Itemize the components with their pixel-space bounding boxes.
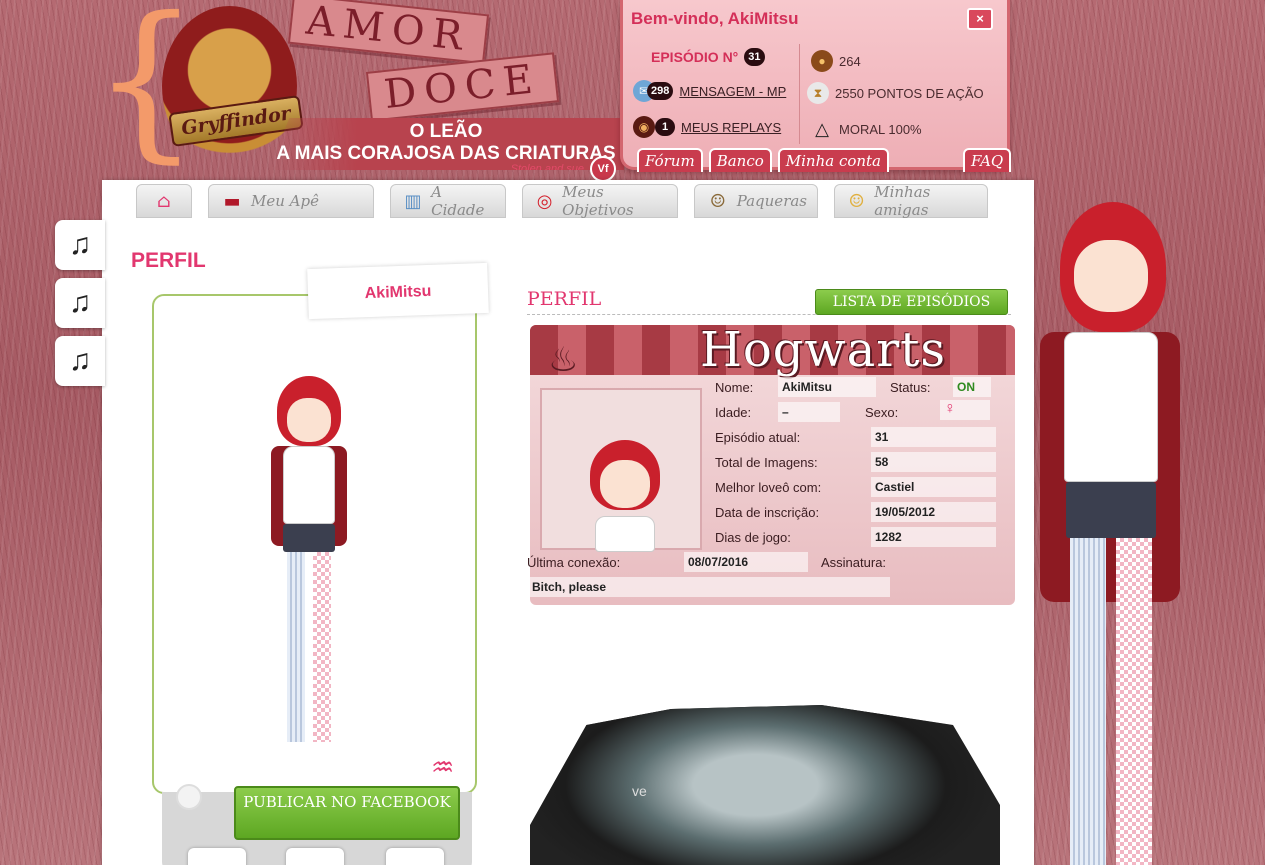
tab-my-account[interactable]: Minha conta [777,148,890,172]
last-login-value: 08/07/2016 [684,552,808,572]
nav-label-friends: Minhas amigas [874,183,931,219]
action-points-value: 2550 PONTOS DE AÇÃO [835,85,984,101]
signature-value: Bitch, please [528,577,890,597]
nav-label-crushes: Paqueras [736,192,807,210]
tab-faq[interactable]: FAQ [963,148,1012,172]
sex-label: Sexo: [865,405,899,420]
messages-row[interactable]: ✉ 298 MENSAGEM - MP [633,80,786,102]
nav-crushes[interactable]: ☺ Paqueras [694,184,818,218]
deathly-hallows-icon: △ [815,118,829,139]
episode-label: EPISÓDIO N° [651,49,739,65]
welcome-title: Bem-vindo, AkiMitsu [631,9,799,28]
replays-row[interactable]: ◉ 1 MEUS REPLAYS [633,116,781,138]
signature-label: Assinatura: [821,555,887,570]
name-value: AkiMitsu [778,377,876,397]
lovometer-value: Castiel [871,477,996,497]
cupcake-icon: ♨ [548,341,579,379]
episode-number: 31 [744,48,765,66]
publish-facebook-button[interactable]: PUBLICAR NO FACEBOOK [234,786,460,840]
boy-avatar-icon: ☺ [709,190,726,212]
episode-value: 31 [871,427,996,447]
days-label: Dias de jogo: [715,530,791,545]
lovometer-label: Melhor loveô com: [715,480,822,495]
sofa-icon: ▬ [223,190,241,212]
avatar-figure [239,376,399,766]
building-icon: ▥ [404,190,422,212]
artwork-text: ve [632,783,647,799]
music-button-3[interactable]: ♫ [55,336,105,386]
home-icon: ⌂ [157,190,171,212]
username-tab: AkiMitsu [307,262,489,320]
last-login-label: Última conexão: [527,555,621,570]
section-title: PERFIL [527,288,602,310]
replays-link[interactable]: MEUS REPLAYS [681,120,781,135]
messages-link[interactable]: MENSAGEM - MP [679,84,786,99]
nav-label-objectives: Meus Objetivos [562,183,634,219]
signup-value: 19/05/2012 [871,502,996,522]
logo-doce[interactable]: DOCE [365,52,559,122]
action-points-row: ⧗ 2550 PONTOS DE AÇÃO [807,82,984,104]
welcome-divider [799,44,800,144]
messages-count: 298 [647,82,674,100]
logo-brace: { [92,0,201,179]
status-label: Status: [890,380,931,395]
days-value: 1282 [871,527,996,547]
girl-avatar-icon: ☺ [848,190,865,212]
nav-label-city: A Cidade [431,183,485,219]
profile-photo [540,388,702,552]
welcome-panel: Bem-vindo, AkiMitsu × EPISÓDIO N° 31 ✉ 2… [620,0,1012,172]
nav-my-apartment[interactable]: ▬ Meu Apê [208,184,374,218]
nav-home[interactable]: ⌂ [136,184,192,218]
replays-count: 1 [655,118,675,136]
nav-label-apartment: Meu Apê [251,192,319,210]
music-button-2[interactable]: ♫ [55,278,105,328]
coins-value: 264 [839,53,861,69]
nav-objectives[interactable]: ◎ Meus Objetivos [522,183,678,219]
female-icon: ♀ [940,400,990,420]
header-tagline: O LEÃO A MAIS CORAJOSA DAS CRIATURAS Sto… [268,118,624,170]
status-value: ON [953,377,991,397]
vf-badge: Vf [590,156,616,182]
name-label: Nome: [715,380,754,395]
morale-row: △ MORAL 100% [811,118,922,140]
main-nav: ⌂ ▬ Meu Apê ▥ A Cidade ◎ Meus Objetivos … [136,183,988,219]
target-icon: ◎ [536,190,553,212]
morale-value: MORAL 100% [839,121,922,137]
tab-forum[interactable]: Fórum [637,148,703,172]
hourglass-icon: ⧗ [807,82,829,104]
age-value: – [778,402,840,422]
episode-label-field: Episódio atual: [715,430,801,445]
images-label: Total de Imagens: [715,455,818,470]
coin-icon: ● [811,50,833,72]
friend-icon[interactable] [386,848,444,865]
film-reel-icon: ◉ [633,116,655,138]
signup-label: Data de inscrição: [715,505,820,520]
episodes-list-button[interactable]: LISTA DE EPISÓDIOS [815,289,1008,315]
nav-friends[interactable]: ☺ Minhas amigas [834,183,988,219]
check-icon[interactable] [286,848,344,865]
age-label: Idade: [715,405,752,420]
tagline-line1: O LEÃO [409,121,483,142]
avatar-card [152,294,477,794]
page-title: PERFIL [131,249,206,272]
music-button-1[interactable]: ♫ [55,220,105,270]
close-button[interactable]: × [967,8,993,30]
profile-photo-figure [580,440,670,552]
tab-bank[interactable]: Banco [708,148,772,172]
tagline-signature: Stolen and sue [510,163,584,175]
images-value: 58 [871,452,996,472]
ring-icon[interactable] [188,848,246,865]
side-character [1030,200,1260,865]
coins-row: ● 264 [811,50,861,72]
aquarius-icon: ♒ [431,752,455,782]
episode-row: EPISÓDIO N° 31 [651,48,765,66]
welcome-tabs: Fórum Banco Minha conta FAQ [637,148,1012,172]
profile-card-title: Hogwarts [700,322,947,378]
logo-amor[interactable]: AMOR [287,0,489,65]
nav-city[interactable]: ▥ A Cidade [390,183,506,219]
radio-toggle[interactable] [176,784,202,810]
